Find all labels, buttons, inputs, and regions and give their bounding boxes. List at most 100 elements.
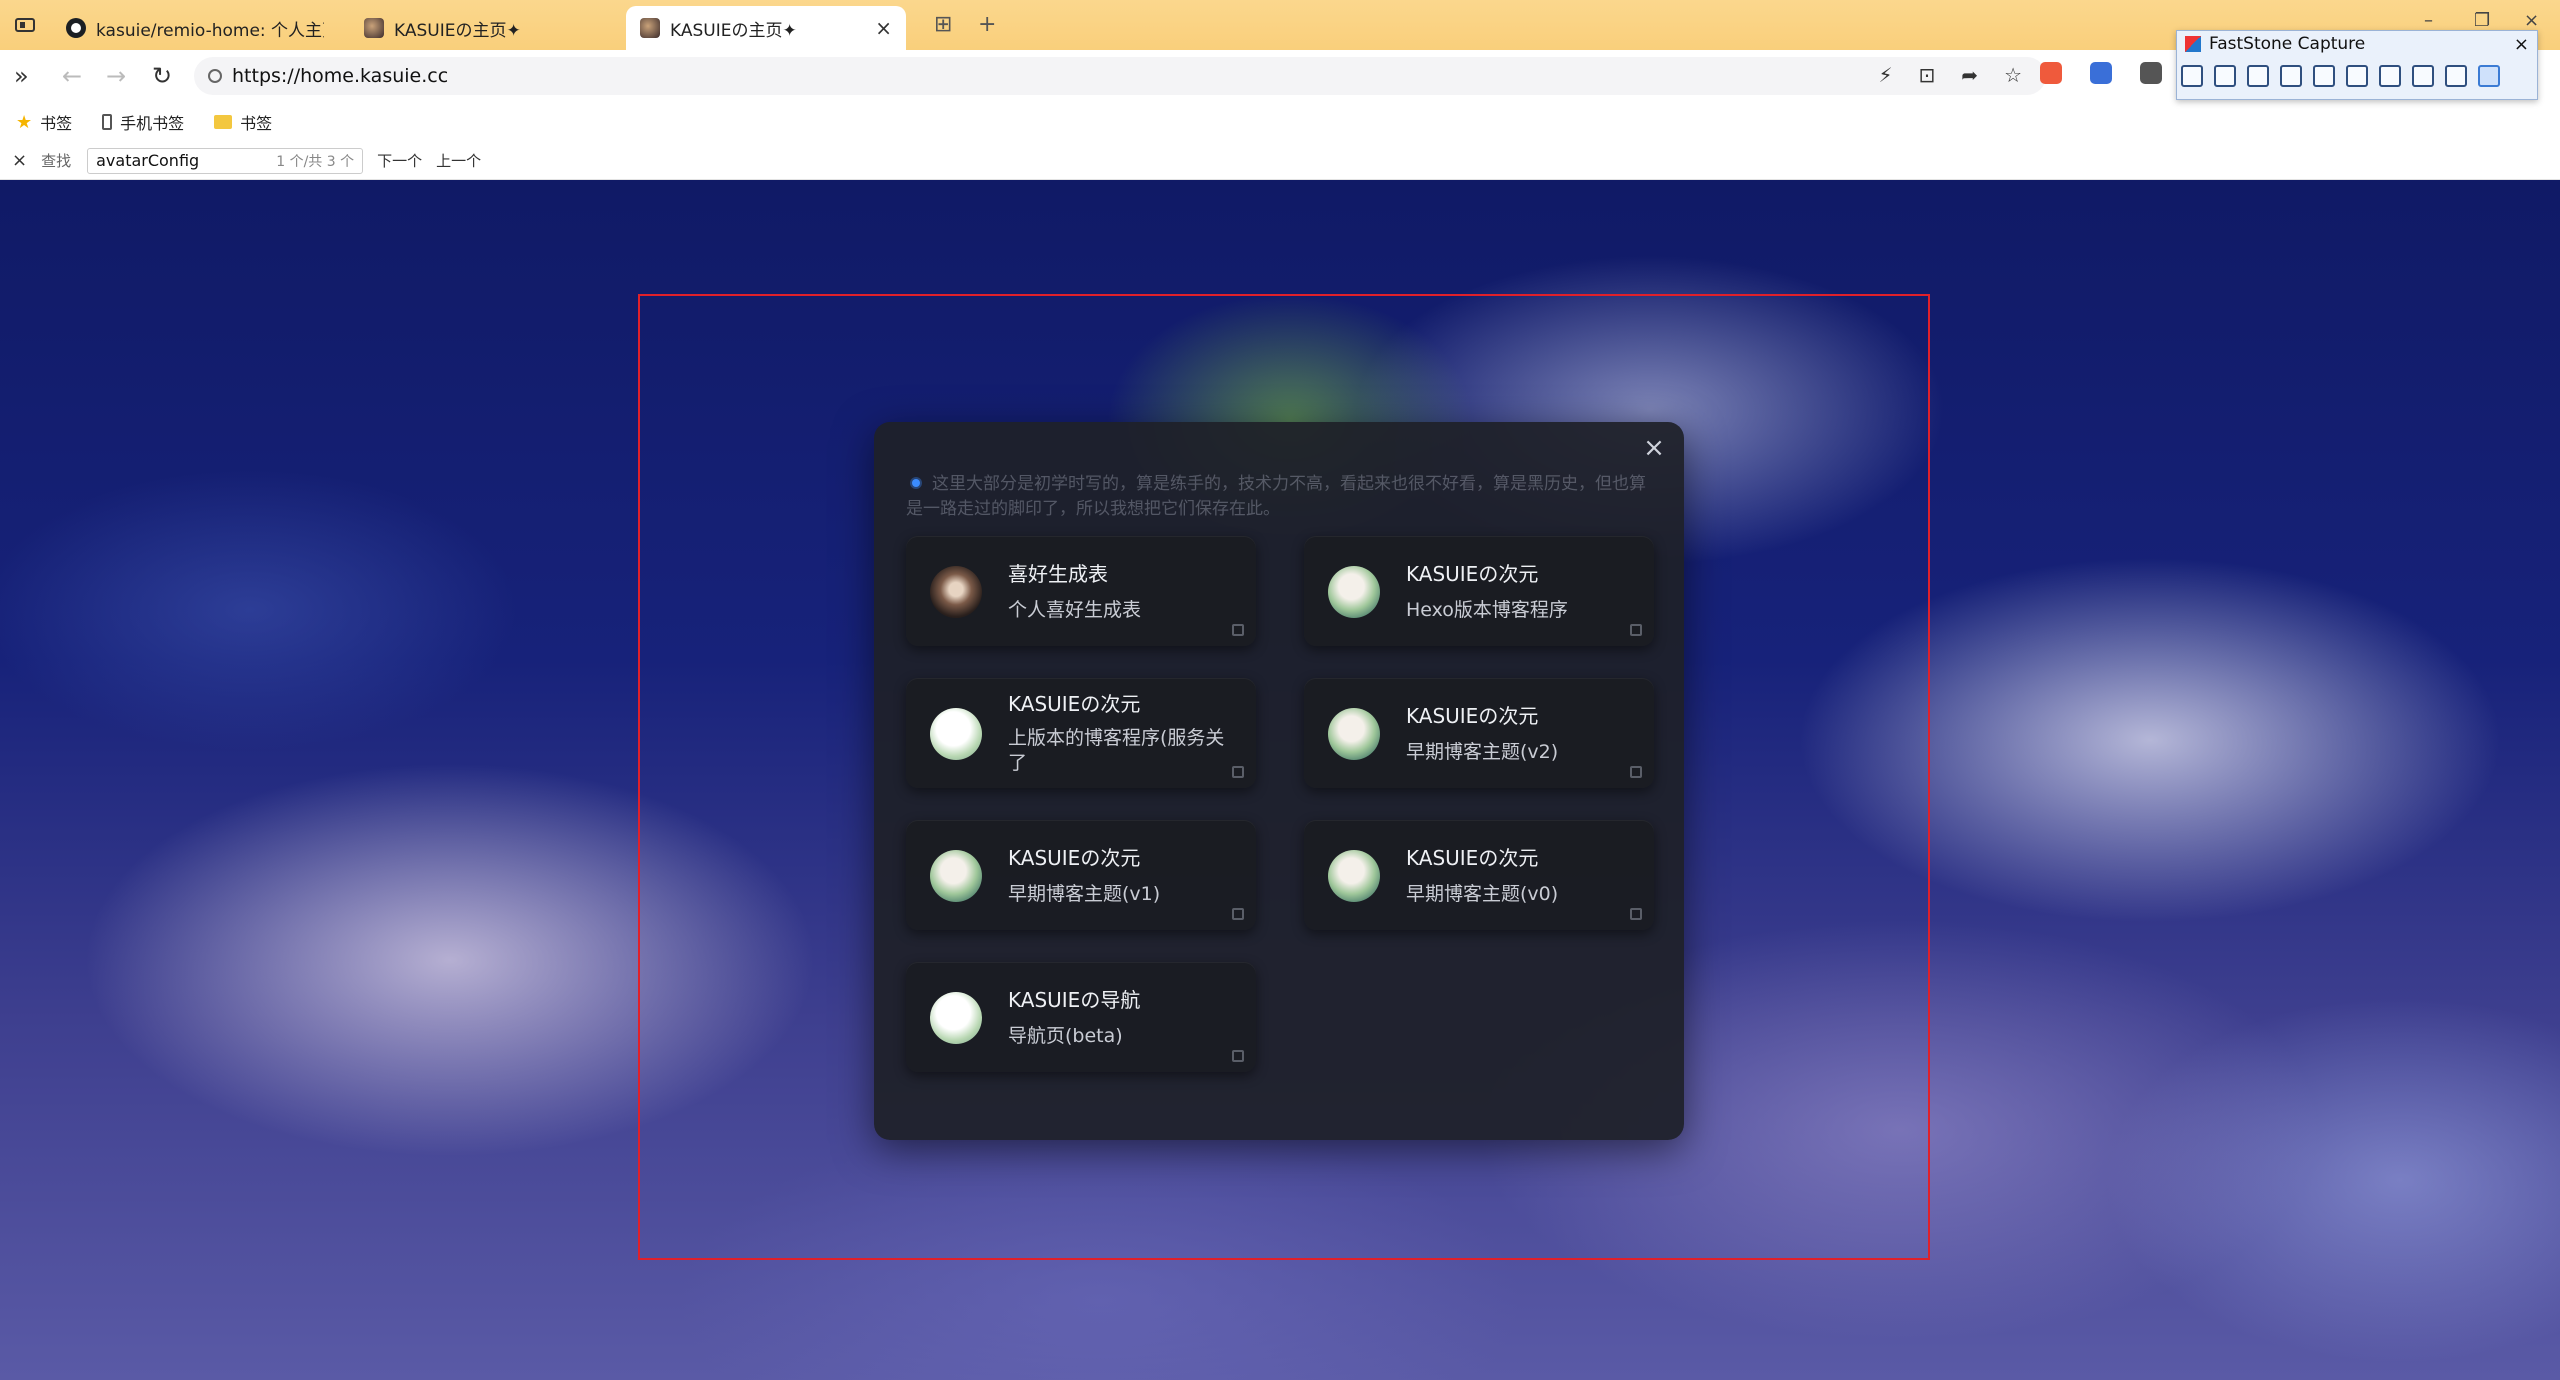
- project-card[interactable]: KASUIEの次元 早期博客主题(v1): [906, 820, 1256, 930]
- avatar: [930, 566, 982, 618]
- new-tab-button[interactable]: +: [978, 12, 996, 37]
- tab-menu-button[interactable]: [10, 12, 40, 38]
- faststone-title: FastStone Capture: [2209, 34, 2366, 54]
- bookmark-item[interactable]: ★ 书签: [16, 110, 72, 134]
- faststone-tools: [2181, 65, 2500, 87]
- window-close-button[interactable]: ×: [2524, 10, 2539, 31]
- bookmarks-bar: ★ 书签 手机书签 书签: [0, 102, 2560, 142]
- site-favicon: [640, 18, 660, 38]
- project-desc: 早期博客主题(v1): [1008, 883, 1161, 905]
- find-input[interactable]: avatarConfig 1 个/共 3 个: [87, 147, 364, 174]
- back-button[interactable]: ←: [62, 62, 82, 90]
- tab-kasuie-home-active[interactable]: KASUIEの主页✦ ×: [626, 6, 906, 50]
- project-name: KASUIEの次元: [1406, 704, 1539, 728]
- sidebar-toggle-button[interactable]: »: [14, 62, 29, 90]
- external-link-icon: [1232, 1050, 1244, 1062]
- url-text[interactable]: https://home.kasuie.cc: [232, 65, 448, 87]
- project-name: KASUIEの次元: [1008, 692, 1141, 716]
- find-next-button[interactable]: 下一个: [377, 150, 422, 171]
- folder-icon: [214, 115, 233, 129]
- faststone-close-button[interactable]: ×: [2514, 34, 2529, 55]
- avatar: [930, 708, 982, 760]
- external-link-icon: [1630, 624, 1642, 636]
- find-query[interactable]: avatarConfig: [96, 151, 199, 170]
- avatar: [1328, 566, 1380, 618]
- pdf-extension-icon[interactable]: [2040, 62, 2062, 84]
- open-file-icon[interactable]: [2181, 65, 2203, 87]
- project-card[interactable]: KASUIEの次元 上版本的博客程序(服务关了: [906, 678, 1256, 788]
- project-card[interactable]: 喜好生成表 个人喜好生成表: [906, 536, 1256, 646]
- capture-fullscreen-icon[interactable]: [2313, 65, 2335, 87]
- modal-close-button[interactable]: ×: [1638, 432, 1670, 464]
- history-projects-modal: × 这里大部分是初学时写的，算是练手的，技术力不高，看起来也很不好看，算是黑历史…: [874, 422, 1684, 1140]
- share-icon[interactable]: ➦: [1961, 63, 1978, 87]
- project-card[interactable]: KASUIEの次元 Hexo版本博客程序: [1304, 536, 1654, 646]
- project-card[interactable]: KASUIEの次元 早期博客主题(v0): [1304, 820, 1654, 930]
- avatar: [1328, 708, 1380, 760]
- capture-rectangle-icon[interactable]: [2247, 65, 2269, 87]
- project-desc: 导航页(beta): [1008, 1025, 1123, 1047]
- external-link-icon: [1232, 624, 1244, 636]
- output-settings-icon[interactable]: [2445, 65, 2467, 87]
- page-background: × 这里大部分是初学时写的，算是练手的，技术力不高，看起来也很不好看，算是黑历史…: [0, 180, 2560, 1380]
- restore-button[interactable]: ❐: [2474, 10, 2490, 31]
- minimize-button[interactable]: –: [2424, 10, 2433, 31]
- screen-recorder-icon[interactable]: [2379, 65, 2401, 87]
- project-name: 喜好生成表: [1008, 562, 1108, 586]
- tab-github[interactable]: kasuie/remio-home: 个人主页/h: [52, 6, 338, 50]
- qr-code-extension-icon[interactable]: [2140, 62, 2162, 84]
- external-link-icon: [1630, 766, 1642, 778]
- translate-extension-icon[interactable]: [2090, 62, 2112, 84]
- find-bar: × 查找 avatarConfig 1 个/共 3 个 下一个 上一个: [0, 142, 2560, 180]
- project-card[interactable]: KASUIEの次元 早期博客主题(v2): [1304, 678, 1654, 788]
- modal-notice: 这里大部分是初学时写的，算是练手的，技术力不高，看起来也很不好看，算是黑历史，但…: [906, 472, 1652, 522]
- screenshot-icon[interactable]: ⊡: [1919, 63, 1936, 87]
- reload-button[interactable]: ↻: [152, 62, 172, 90]
- capture-freehand-icon[interactable]: [2280, 65, 2302, 87]
- lightning-icon[interactable]: ⚡: [1878, 63, 1892, 87]
- tab-kasuie-home[interactable]: KASUIEの主页✦: [350, 6, 620, 50]
- settings-menu-icon[interactable]: [2478, 65, 2500, 87]
- bookmark-item[interactable]: 手机书签: [102, 110, 184, 134]
- tab-close-button[interactable]: ×: [865, 16, 892, 40]
- extension-icons: [2040, 62, 2162, 84]
- project-desc: Hexo版本博客程序: [1406, 599, 1568, 621]
- external-link-icon: [1232, 766, 1244, 778]
- project-name: KASUIEの次元: [1406, 562, 1539, 586]
- project-name: KASUIEの次元: [1406, 846, 1539, 870]
- avatar: [930, 850, 982, 902]
- tab-title: kasuie/remio-home: 个人主页/h: [96, 20, 324, 41]
- split-tab-button[interactable]: ⊞: [934, 12, 952, 37]
- bookmark-label: 手机书签: [120, 114, 185, 133]
- delay-timer-icon[interactable]: [2412, 65, 2434, 87]
- site-favicon: [364, 18, 384, 38]
- tab-title: KASUIEの主页✦: [670, 20, 797, 41]
- avatar: [1328, 850, 1380, 902]
- external-link-icon: [1630, 908, 1642, 920]
- star-icon: ★: [16, 111, 33, 133]
- address-bar[interactable]: https://home.kasuie.cc ⚡ ⊡ ➦ ☆: [194, 57, 2046, 95]
- github-icon: [66, 18, 86, 38]
- bookmark-star-icon[interactable]: ☆: [2004, 63, 2022, 87]
- project-desc: 早期博客主题(v0): [1406, 883, 1559, 905]
- find-match-count: 1 个/共 3 个: [276, 153, 355, 170]
- project-desc: 上版本的博客程序(服务关了: [1008, 727, 1225, 774]
- tab-title: KASUIEの主页✦: [394, 20, 521, 41]
- project-card[interactable]: KASUIEの导航 导航页(beta): [906, 962, 1256, 1072]
- info-dot-icon: [912, 479, 920, 487]
- bookmark-label: 书签: [40, 114, 73, 133]
- forward-button[interactable]: →: [106, 62, 126, 90]
- bookmark-folder[interactable]: 书签: [214, 110, 272, 134]
- find-close-button[interactable]: ×: [12, 150, 27, 171]
- address-bar-actions: ⚡ ⊡ ➦ ☆: [1878, 63, 2022, 87]
- bookmark-label: 书签: [240, 114, 273, 133]
- notice-text: 这里大部分是初学时写的，算是练手的，技术力不高，看起来也很不好看，算是黑历史，但…: [906, 474, 1646, 519]
- search-icon: [208, 69, 222, 83]
- capture-window-icon[interactable]: [2214, 65, 2236, 87]
- capture-scrolling-icon[interactable]: [2346, 65, 2368, 87]
- find-prev-button[interactable]: 上一个: [436, 150, 481, 171]
- project-desc: 个人喜好生成表: [1008, 599, 1142, 621]
- external-link-icon: [1232, 908, 1244, 920]
- sidebar-panel-icon: [15, 18, 35, 32]
- faststone-titlebar[interactable]: FastStone Capture ×: [2177, 31, 2537, 57]
